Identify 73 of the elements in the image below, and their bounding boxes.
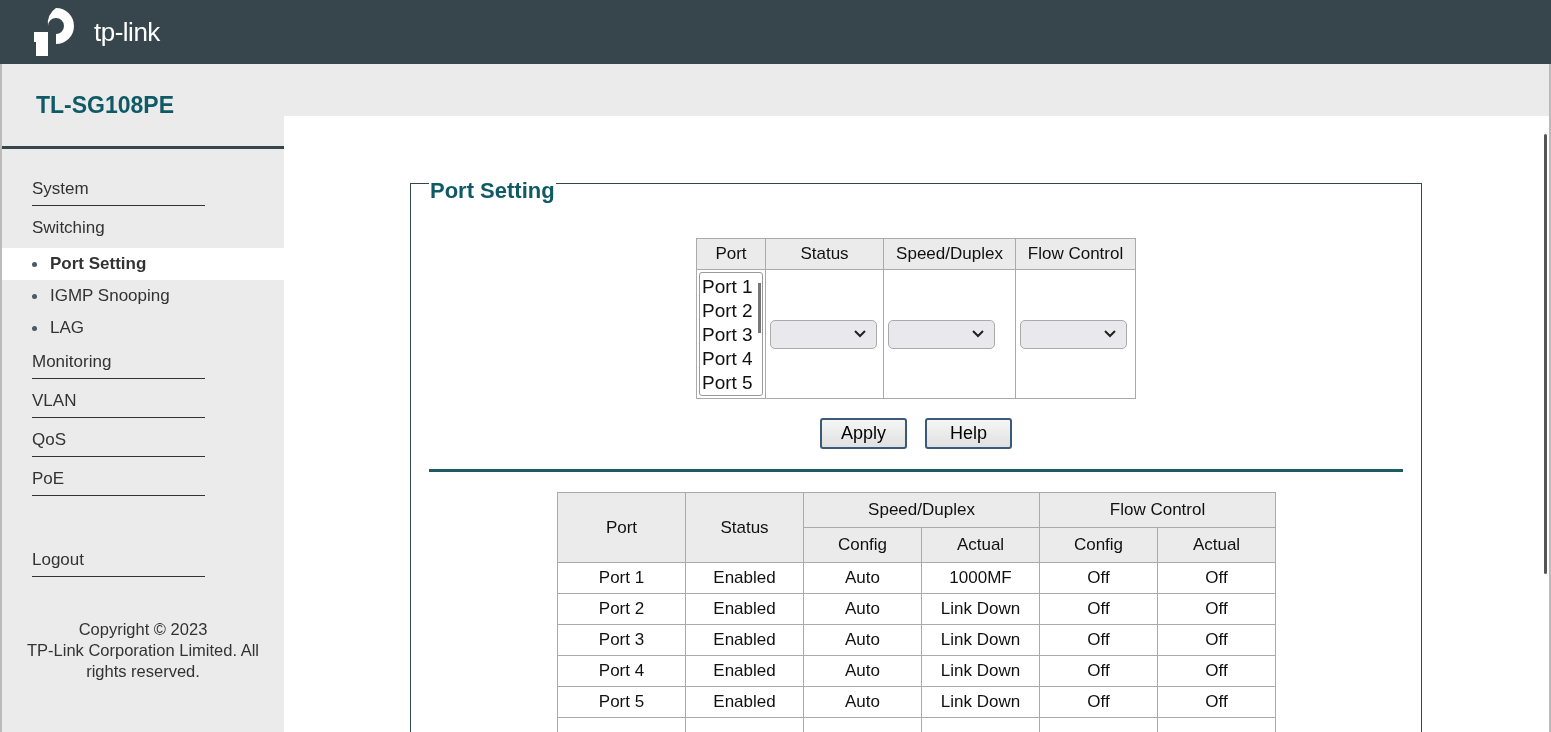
column-header: Actual <box>1157 527 1276 563</box>
chevron-down-icon <box>854 330 866 338</box>
chevron-down-icon <box>1104 330 1116 338</box>
table-cell: Off <box>1039 655 1158 687</box>
table-cell: Off <box>1157 655 1276 687</box>
dropdown[interactable] <box>770 319 877 349</box>
column-header: Port <box>696 238 766 270</box>
table-cell: Off <box>1039 624 1158 656</box>
table-cell: Off <box>1039 686 1158 718</box>
column-header: Speed/Duplex <box>883 238 1016 270</box>
column-header: Speed/Duplex <box>803 492 1040 528</box>
column-header: Flow Control <box>1015 238 1136 270</box>
table-cell: Port 3 <box>557 624 686 656</box>
nav-item[interactable]: System <box>32 171 205 206</box>
port-listbox[interactable]: Port 1 Port 2 Port 3 Port 4 Port 5 <box>699 272 763 396</box>
nav-item[interactable]: PoE <box>32 461 205 496</box>
action-button[interactable]: Apply <box>820 418 907 449</box>
table-cell: Enabled <box>685 686 804 718</box>
table-cell: Link Down <box>921 593 1040 625</box>
action-button[interactable]: Help <box>925 418 1012 449</box>
logo-text: tp-link <box>94 16 160 48</box>
table-cell: Auto <box>803 593 922 625</box>
column-header: Actual <box>921 527 1040 563</box>
port-option[interactable]: Port 2 <box>702 299 753 323</box>
table-cell: Off <box>1157 593 1276 625</box>
table-cell: Auto <box>803 686 922 718</box>
table-cell: Off <box>1039 593 1158 625</box>
table-cell: Port 1 <box>557 562 686 594</box>
scrollbar-thumb[interactable] <box>758 283 761 333</box>
table-cell: Port 2 <box>557 593 686 625</box>
nav-subitem[interactable]: IGMP Snooping <box>2 280 284 312</box>
bullet-icon <box>32 293 37 299</box>
scrollbar-thumb[interactable] <box>1544 134 1547 574</box>
table-cell: Enabled <box>685 562 804 594</box>
table-cell: Auto <box>803 624 922 656</box>
nav-item[interactable]: Switching <box>32 210 205 244</box>
table-cell: Off <box>1157 686 1276 718</box>
dropdown[interactable] <box>888 319 995 349</box>
port-option[interactable]: Port 1 <box>702 275 753 299</box>
table-cell: Off <box>1157 562 1276 594</box>
port-option[interactable]: Port 3 <box>702 323 753 347</box>
nav-item[interactable]: VLAN <box>32 383 205 418</box>
table-cell: Link Down <box>921 686 1040 718</box>
column-header: Status <box>685 492 804 563</box>
column-header: Status <box>765 238 884 270</box>
table-cell: Enabled <box>685 593 804 625</box>
table-cell: Auto <box>803 655 922 687</box>
nav-subitem[interactable]: LAG <box>2 312 284 344</box>
table-cell: Off <box>1039 562 1158 594</box>
table-cell: Auto <box>803 562 922 594</box>
column-header: Config <box>803 527 922 563</box>
nav-item[interactable]: QoS <box>32 422 205 457</box>
logout-link[interactable]: Logout <box>32 542 205 577</box>
port-option[interactable]: Port 4 <box>702 347 753 371</box>
column-header: Flow Control <box>1039 492 1276 528</box>
copyright-text: Copyright © 2023 TP-Link Corporation Limited. All rights reserved. <box>26 619 260 682</box>
table-cell: Enabled <box>685 655 804 687</box>
bullet-icon <box>32 261 37 267</box>
table-cell: Link Down <box>921 624 1040 656</box>
table-cell: Port 4 <box>557 655 686 687</box>
table-cell: Enabled <box>685 624 804 656</box>
table-cell: Port 5 <box>557 686 686 718</box>
column-header: Port <box>557 492 686 563</box>
table-cell: Off <box>1157 624 1276 656</box>
chevron-down-icon <box>972 330 984 338</box>
port-option[interactable]: Port 5 <box>702 371 753 395</box>
table-cell: Link Down <box>921 655 1040 687</box>
column-header: Config <box>1039 527 1158 563</box>
bullet-icon <box>32 325 37 331</box>
nav-subitem[interactable]: Port Setting <box>2 248 284 280</box>
table-cell: 1000MF <box>921 562 1040 594</box>
nav-item[interactable]: Monitoring <box>32 344 205 379</box>
dropdown[interactable] <box>1020 319 1127 349</box>
